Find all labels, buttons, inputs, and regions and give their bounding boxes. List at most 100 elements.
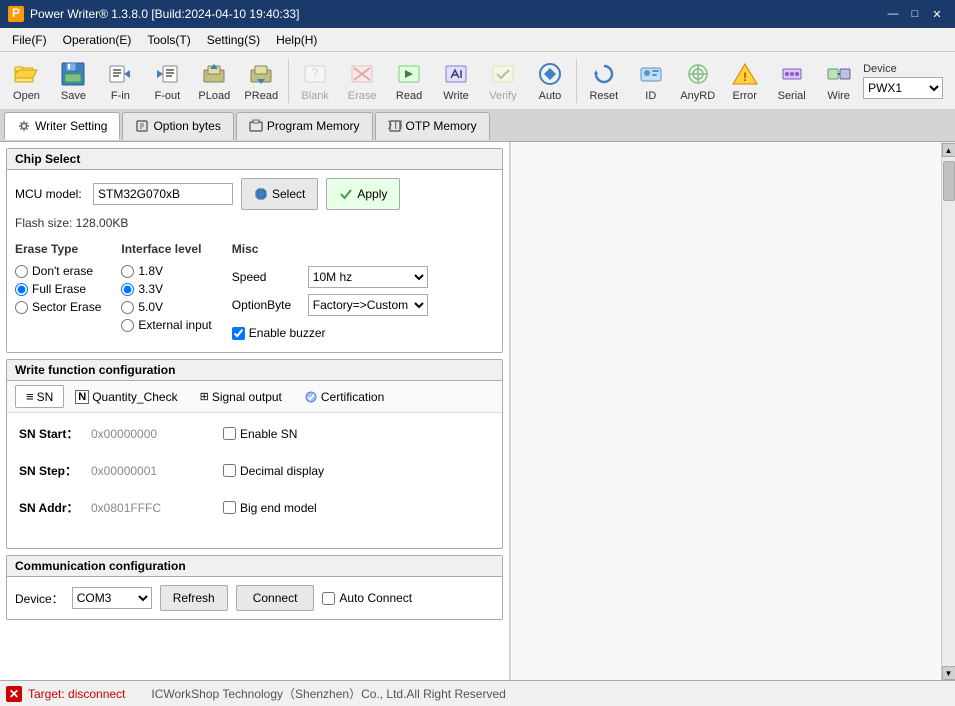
close-button[interactable]: ✕ bbox=[927, 5, 947, 23]
erase-icon bbox=[348, 60, 376, 88]
wf-tab-certification[interactable]: Certification bbox=[293, 386, 395, 408]
erase-button[interactable]: Erase bbox=[340, 55, 385, 107]
serial-button[interactable]: Serial bbox=[769, 55, 814, 107]
erase-full[interactable]: Full Erase bbox=[15, 282, 101, 296]
signal-output-label: Signal output bbox=[212, 390, 282, 404]
erase-sector[interactable]: Sector Erase bbox=[15, 300, 101, 314]
fin-button[interactable]: F-in bbox=[98, 55, 143, 107]
erase-full-radio[interactable] bbox=[15, 283, 28, 296]
maximize-button[interactable]: □ bbox=[905, 5, 925, 23]
enable-sn-checkbox[interactable] bbox=[223, 427, 236, 440]
tab-writer-setting[interactable]: Writer Setting bbox=[4, 112, 120, 140]
enable-sn-checkbox-row[interactable]: Enable SN bbox=[223, 427, 297, 441]
big-end-row[interactable]: Big end model bbox=[223, 501, 317, 515]
write-icon bbox=[442, 60, 470, 88]
auto-connect-row[interactable]: Auto Connect bbox=[322, 591, 412, 605]
auto-button[interactable]: Auto bbox=[527, 55, 572, 107]
tab-bar: Writer Setting Option bytes Program Memo… bbox=[0, 110, 955, 142]
window-controls: — □ ✕ bbox=[883, 5, 947, 23]
open-button[interactable]: Open bbox=[4, 55, 49, 107]
fout-button[interactable]: F-out bbox=[145, 55, 190, 107]
il-5v0[interactable]: 5.0V bbox=[121, 300, 211, 314]
enable-buzzer-row[interactable]: Enable buzzer bbox=[232, 326, 432, 340]
scroll-track bbox=[942, 157, 955, 666]
connect-button[interactable]: Connect bbox=[236, 585, 315, 611]
menu-file[interactable]: File(F) bbox=[4, 31, 55, 49]
chip-select-body: MCU model: bbox=[7, 170, 502, 352]
pload-button[interactable]: PLoad bbox=[192, 55, 237, 107]
copyright-text: ICWorkShop Technology（Shenzhen）Co., Ltd.… bbox=[151, 685, 505, 702]
scroll-up-button[interactable]: ▲ bbox=[942, 143, 955, 157]
enable-buzzer-checkbox[interactable] bbox=[232, 327, 245, 340]
auto-connect-checkbox[interactable] bbox=[322, 592, 335, 605]
decimal-display-checkbox[interactable] bbox=[223, 464, 236, 477]
anyrd-label: AnyRD bbox=[680, 90, 715, 102]
erase-dont-radio[interactable] bbox=[15, 265, 28, 278]
sn-addr-value: 0x0801FFFC bbox=[91, 501, 211, 515]
blank-button[interactable]: ? Blank bbox=[293, 55, 338, 107]
sn-start-label: SN Start： bbox=[19, 425, 79, 442]
il-3v3[interactable]: 3.3V bbox=[121, 282, 211, 296]
blank-icon: ? bbox=[301, 60, 329, 88]
comm-body: Device： COM3 COM1 COM2 Refresh Connect A… bbox=[7, 577, 502, 619]
svg-text:OTP: OTP bbox=[388, 119, 402, 132]
tab-otp-memory[interactable]: OTP OTP Memory bbox=[375, 112, 490, 140]
tab-program-memory[interactable]: Program Memory bbox=[236, 112, 373, 140]
write-button[interactable]: Write bbox=[434, 55, 479, 107]
chip-select-section: Chip Select MCU model: bbox=[6, 148, 503, 353]
certification-label: Certification bbox=[321, 390, 384, 404]
tab-option-bytes[interactable]: Option bytes bbox=[122, 112, 233, 140]
scroll-down-button[interactable]: ▼ bbox=[942, 666, 955, 680]
id-button[interactable]: ID bbox=[628, 55, 673, 107]
tab-writer-setting-label: Writer Setting bbox=[35, 119, 107, 133]
misc-col: Misc Speed 10M hz 5M hz 1M hz OptionByte bbox=[232, 242, 432, 340]
menu-setting[interactable]: Setting(S) bbox=[199, 31, 268, 49]
open-icon bbox=[12, 60, 40, 88]
right-panel-scrollbar[interactable]: ▲ ▼ bbox=[941, 142, 955, 680]
minimize-button[interactable]: — bbox=[883, 5, 903, 23]
il-1v8-radio[interactable] bbox=[121, 265, 134, 278]
menu-help[interactable]: Help(H) bbox=[268, 31, 325, 49]
reset-button[interactable]: Reset bbox=[581, 55, 626, 107]
device-select[interactable]: PWX1 bbox=[863, 77, 943, 99]
sn-start-value: 0x00000000 bbox=[91, 427, 211, 441]
wf-tab-quantity-check[interactable]: N Quantity_Check bbox=[64, 386, 188, 408]
il-ext-radio[interactable] bbox=[121, 319, 134, 332]
fout-label: F-out bbox=[154, 90, 180, 102]
select-button[interactable]: Select bbox=[241, 178, 318, 210]
menu-tools[interactable]: Tools(T) bbox=[139, 31, 198, 49]
error-button[interactable]: ! Error bbox=[722, 55, 767, 107]
sn-step-row: SN Step： 0x00000001 Decimal display bbox=[19, 462, 490, 479]
il-5v0-radio[interactable] bbox=[121, 301, 134, 314]
quantity-check-label: Quantity_Check bbox=[92, 390, 177, 404]
wf-tab-sn[interactable]: ≡ SN bbox=[15, 385, 64, 408]
svg-text:P: P bbox=[12, 7, 20, 20]
misc-optionbyte-select[interactable]: Factory=>Custom Keep current bbox=[308, 294, 428, 316]
refresh-button[interactable]: Refresh bbox=[160, 585, 228, 611]
wire-button[interactable]: Wire bbox=[816, 55, 861, 107]
verify-button[interactable]: Verify bbox=[481, 55, 526, 107]
read-button[interactable]: Read bbox=[387, 55, 432, 107]
comm-device-select[interactable]: COM3 COM1 COM2 bbox=[72, 587, 152, 609]
il-1v8-label: 1.8V bbox=[138, 264, 163, 278]
anyrd-button[interactable]: AnyRD bbox=[675, 55, 720, 107]
menu-operation[interactable]: Operation(E) bbox=[55, 31, 140, 49]
wf-tab-signal-output[interactable]: ⊞ Signal output bbox=[189, 386, 293, 408]
il-1v8[interactable]: 1.8V bbox=[121, 264, 211, 278]
erase-sector-radio[interactable] bbox=[15, 301, 28, 314]
il-3v3-radio[interactable] bbox=[121, 283, 134, 296]
decimal-display-row[interactable]: Decimal display bbox=[223, 464, 324, 478]
misc-speed-select[interactable]: 10M hz 5M hz 1M hz bbox=[308, 266, 428, 288]
comm-device-label: Device： bbox=[15, 590, 64, 607]
save-button[interactable]: Save bbox=[51, 55, 96, 107]
mcu-input[interactable] bbox=[93, 183, 233, 205]
pread-button[interactable]: PRead bbox=[239, 55, 284, 107]
big-end-checkbox[interactable] bbox=[223, 501, 236, 514]
il-ext[interactable]: External input bbox=[121, 318, 211, 332]
decimal-display-label: Decimal display bbox=[240, 464, 324, 478]
select-button-label: Select bbox=[272, 187, 305, 201]
apply-button[interactable]: Apply bbox=[326, 178, 400, 210]
scroll-thumb[interactable] bbox=[943, 161, 955, 201]
save-icon bbox=[59, 60, 87, 88]
erase-dont[interactable]: Don't erase bbox=[15, 264, 101, 278]
